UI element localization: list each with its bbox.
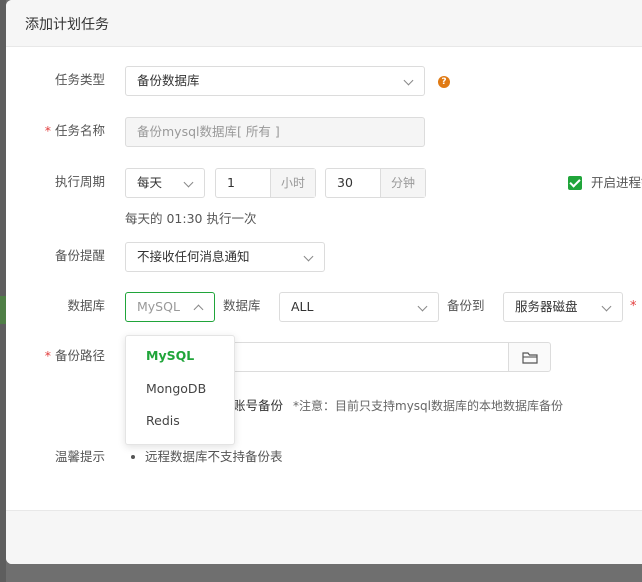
- task-type-value: 备份数据库: [137, 73, 200, 88]
- cycle-value: 每天: [137, 175, 163, 190]
- chevron-down-icon: [403, 75, 414, 86]
- option-mongodb[interactable]: MongoDB: [126, 373, 234, 405]
- notify-value: 不接收任何消息通知: [137, 249, 250, 264]
- help-icon[interactable]: ?: [438, 76, 450, 88]
- chevron-down-icon: [303, 251, 314, 262]
- task-type-label: 任务类型: [54, 72, 105, 87]
- dialog-footer: [6, 510, 642, 564]
- cycle-select[interactable]: 每天: [125, 168, 205, 198]
- period-label: 执行周期: [54, 174, 105, 189]
- task-name-label: * 任务名称: [44, 123, 105, 138]
- hour-input[interactable]: 1 小时: [215, 168, 316, 198]
- chevron-up-icon: [193, 304, 204, 315]
- chevron-down-icon: [417, 301, 428, 312]
- chevron-down-icon: [183, 177, 194, 188]
- minute-unit: 分钟: [380, 169, 425, 197]
- database-type-label: 数据库: [67, 298, 105, 313]
- database-label: 数据库: [223, 298, 261, 313]
- database-type-dropdown: MySQL MongoDB Redis: [125, 335, 235, 445]
- minute-value: 30: [337, 175, 353, 190]
- tips-label: 温馨提示: [54, 449, 105, 464]
- notify-select[interactable]: 不接收任何消息通知: [125, 242, 325, 272]
- notify-label: 备份提醒: [54, 248, 105, 263]
- hour-unit: 小时: [270, 169, 315, 197]
- account-backup-note: *注意：目前只支持mysql数据库的本地数据库备份: [293, 399, 563, 413]
- folder-button[interactable]: [508, 342, 551, 372]
- account-backup-label: 账号备份: [233, 398, 284, 413]
- required-mark: *: [44, 123, 51, 138]
- task-type-select[interactable]: 备份数据库: [125, 66, 425, 96]
- dialog-header: 添加计划任务: [6, 0, 642, 47]
- database-type-value: MySQL: [137, 299, 180, 314]
- process-lock-checkbox[interactable]: [568, 176, 582, 190]
- database-value: ALL: [291, 299, 314, 314]
- backup-to-select[interactable]: 服务器磁盘: [503, 292, 623, 322]
- period-hint: 每天的 01:30 执行一次: [125, 211, 257, 226]
- required-mark: *: [630, 299, 637, 314]
- option-redis[interactable]: Redis: [126, 405, 234, 437]
- minute-input[interactable]: 30 分钟: [325, 168, 426, 198]
- bullet: [131, 455, 135, 459]
- add-task-dialog: 添加计划任务 任务类型 备份数据库 ? * 任务名称 备份mysql数据库[ 所有…: [6, 0, 642, 564]
- process-lock-label: 开启进程锁: [591, 175, 642, 190]
- database-type-select[interactable]: MySQL: [125, 292, 215, 322]
- backup-to-value: 服务器磁盘: [515, 299, 578, 314]
- folder-icon: [522, 352, 538, 364]
- task-name-input[interactable]: 备份mysql数据库[ 所有 ]: [125, 117, 425, 147]
- required-mark: *: [44, 348, 51, 363]
- database-select[interactable]: ALL: [279, 292, 439, 322]
- dialog-title: 添加计划任务: [25, 17, 109, 33]
- option-mysql[interactable]: MySQL: [126, 340, 234, 372]
- hour-value: 1: [227, 175, 235, 190]
- task-name-placeholder: 备份mysql数据库[ 所有 ]: [137, 124, 280, 139]
- chevron-down-icon: [601, 301, 612, 312]
- path-label: * 备份路径: [44, 348, 105, 363]
- backup-to-label: 备份到: [447, 298, 485, 313]
- tip-item: 远程数据库不支持备份表: [145, 449, 283, 464]
